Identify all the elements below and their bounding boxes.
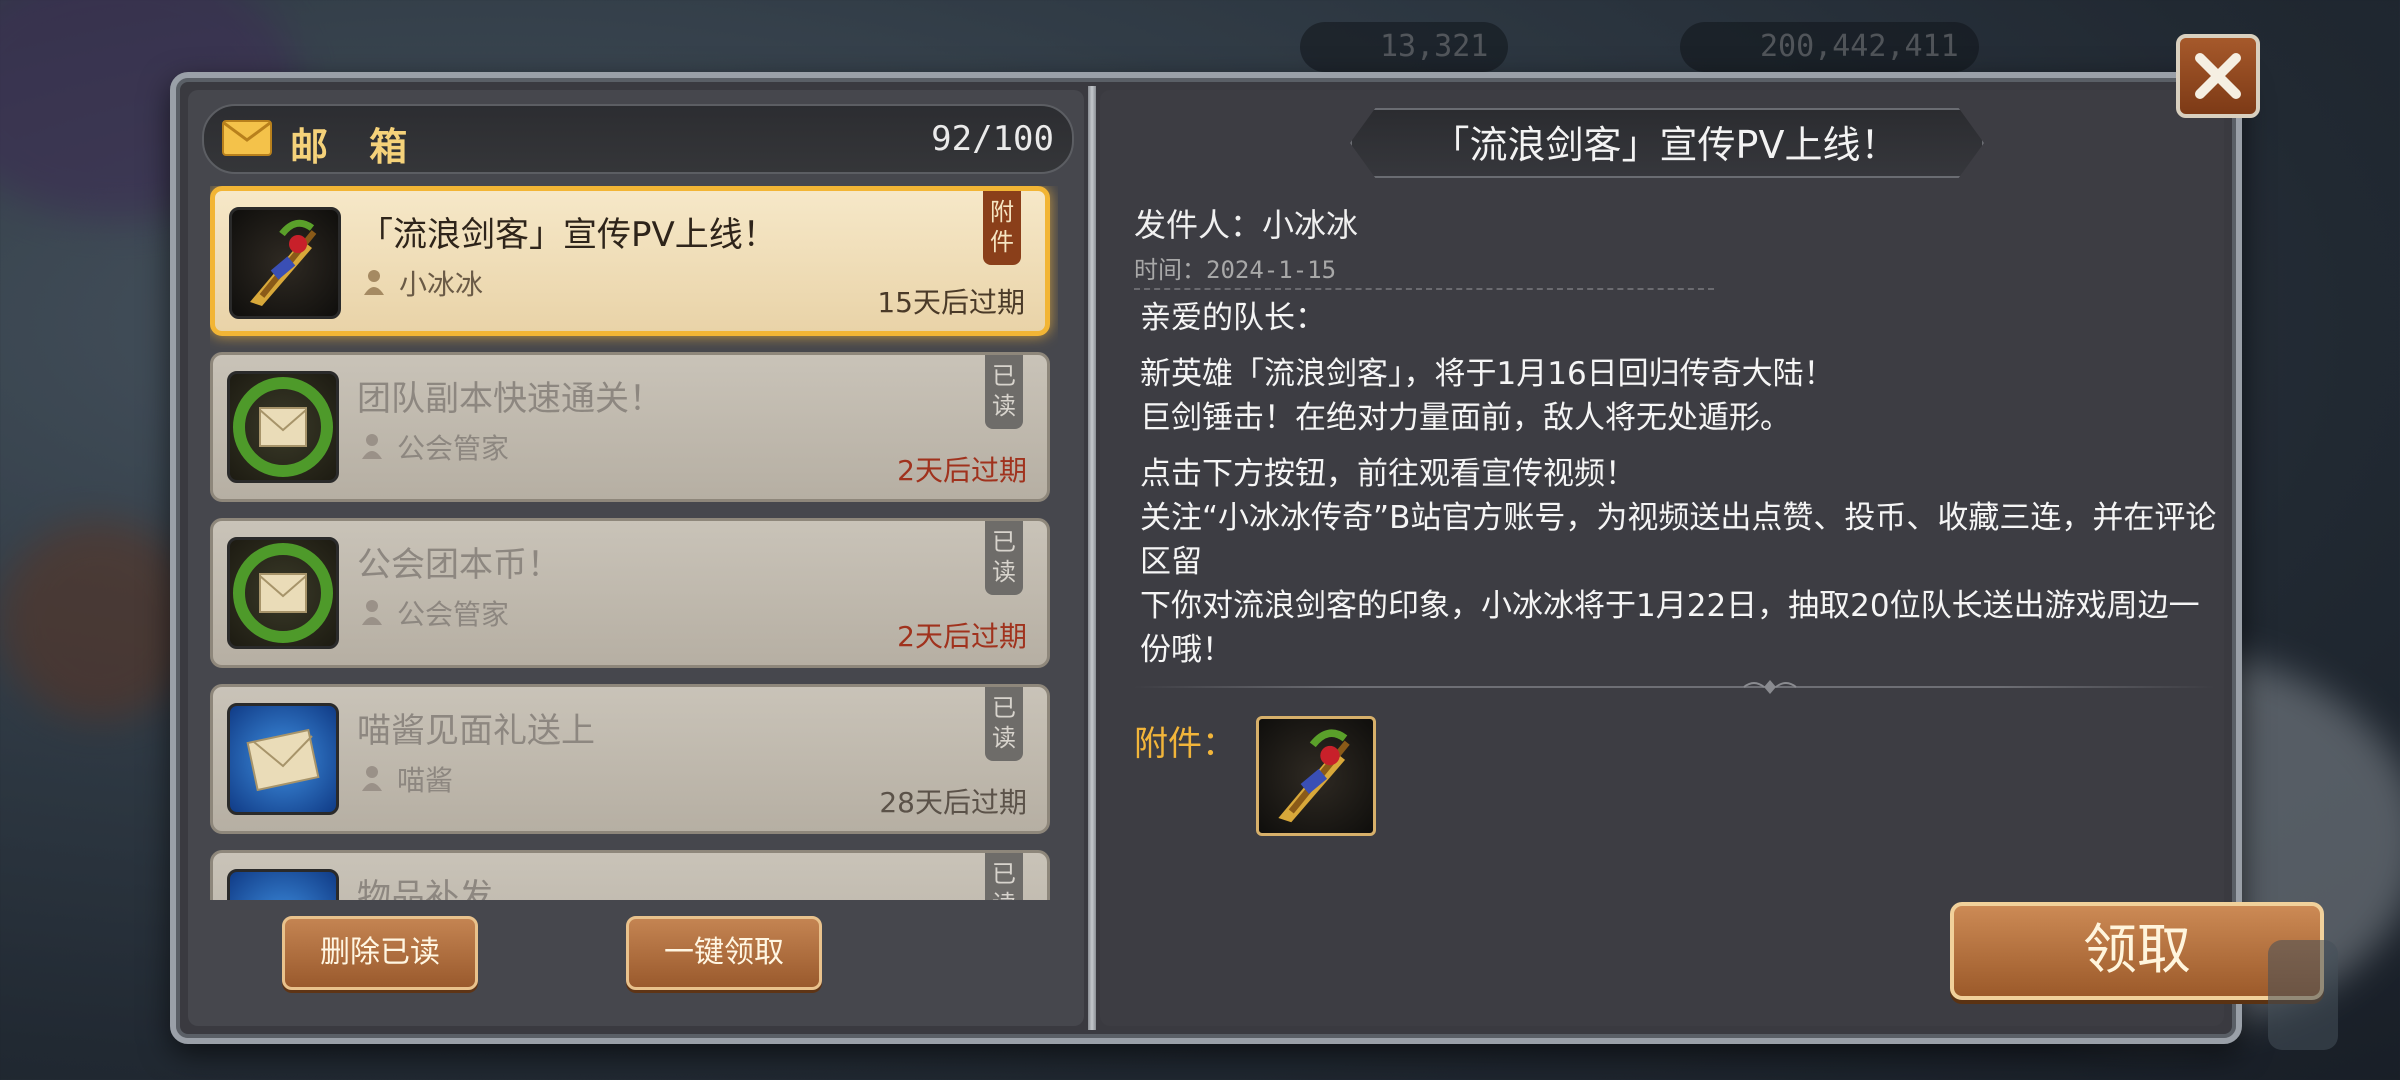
mail-item-title: 公会团本币！	[357, 545, 561, 585]
weapon-bundle-icon	[229, 207, 341, 319]
mail-count: 92/100	[931, 119, 1054, 159]
guild-envelope-icon	[227, 371, 339, 483]
close-icon	[2195, 53, 2241, 99]
mail-item-sender: 小冰冰	[399, 268, 484, 301]
claim-all-button[interactable]: 一键领取	[626, 916, 822, 990]
mail-item-sender: 公会管家	[397, 598, 510, 631]
read-badge: 已读	[985, 355, 1023, 429]
mailbox-title: 邮 箱	[290, 125, 422, 169]
message-title: 「流浪剑客」宣传PV上线！	[1431, 123, 1899, 167]
message-time: 时间：2024-1-15	[1134, 256, 1337, 284]
dashed-divider	[1134, 288, 1714, 290]
read-badge: 已读	[985, 853, 1023, 900]
message-line: 点击下方按钮，前往观看宣传视频！	[1140, 456, 1636, 492]
mail-item[interactable]: 物品补发 已读	[210, 850, 1050, 900]
blue-envelope-icon	[227, 869, 339, 900]
delete-read-button[interactable]: 删除已读	[282, 916, 478, 990]
mail-item[interactable]: 公会团本币！ 公会管家 2天后过期 已读	[210, 518, 1050, 668]
mail-item[interactable]: 团队副本快速通关！ 公会管家 2天后过期 已读	[210, 352, 1050, 502]
mail-item-title: 团队副本快速通关！	[357, 379, 663, 419]
mailbox-dialog: 邮 箱 92/100 「流浪剑客」宣传PV上线！ 小冰冰 15天后过期 附件 团…	[170, 72, 2324, 1044]
attachment-divider	[1134, 686, 2214, 688]
weapon-bundle-icon	[1278, 729, 1350, 823]
attachment-item[interactable]	[1256, 716, 1376, 836]
envelope-icon	[222, 120, 272, 156]
mailbox-header: 邮 箱 92/100	[202, 104, 1074, 174]
person-icon	[362, 766, 382, 791]
message-sender: 发件人：小冰冰	[1134, 206, 1359, 244]
next-page-arrow[interactable]	[2268, 940, 2338, 1050]
mail-detail-panel: 「流浪剑客」宣传PV上线！ 发件人：小冰冰 时间：2024-1-15 亲爱的队长…	[1100, 90, 2324, 1026]
message-line: 巨剑锤击！在绝对力量面前，敌人将无处遁形。	[1140, 400, 1791, 436]
mail-item[interactable]: 「流浪剑客」宣传PV上线！ 小冰冰 15天后过期 附件	[210, 186, 1050, 336]
message-greeting: 亲爱的队长：	[1140, 300, 1326, 336]
mail-item-sender: 喵酱	[397, 764, 454, 797]
close-button[interactable]	[2176, 34, 2260, 118]
mail-list-panel: 邮 箱 92/100 「流浪剑客」宣传PV上线！ 小冰冰 15天后过期 附件 团…	[188, 90, 1084, 1026]
message-line: 下你对流浪剑客的印象，小冰冰将于1月22日，抽取20位队长送出游戏周边一份哦！	[1140, 588, 2200, 668]
attachment-badge: 附件	[983, 191, 1021, 265]
message-body: 亲爱的队长： 新英雄「流浪剑客」，将于1月16日回归传奇大陆！ 巨剑锤击！在绝对…	[1140, 296, 2220, 672]
person-icon	[364, 270, 384, 295]
mail-item-expiry: 2天后过期	[897, 620, 1027, 653]
mail-item-expiry: 15天后过期	[877, 286, 1025, 319]
mail-item[interactable]: 喵酱见面礼送上 喵酱 28天后过期 已读	[210, 684, 1050, 834]
panel-divider	[1088, 86, 1096, 1030]
person-icon	[362, 434, 382, 459]
guild-envelope-icon	[227, 537, 339, 649]
attachment-label: 附件：	[1134, 724, 1236, 764]
message-line: 关注“小冰冰传奇”B站官方账号，为视频送出点赞、投币、收藏三连，并在评论区留	[1140, 500, 2217, 580]
mail-item-title: 「流浪剑客」宣传PV上线！	[359, 215, 777, 255]
mail-item-expiry: 2天后过期	[897, 454, 1027, 487]
mail-item-sender: 公会管家	[397, 432, 510, 465]
mail-item-title: 物品补发	[357, 877, 493, 900]
person-icon	[362, 600, 382, 625]
read-badge: 已读	[985, 521, 1023, 595]
ornament-icon	[1743, 680, 1797, 694]
mail-list[interactable]: 「流浪剑客」宣传PV上线！ 小冰冰 15天后过期 附件 团队副本快速通关！ 公会…	[210, 186, 1058, 900]
mail-item-title: 喵酱见面礼送上	[357, 711, 595, 751]
blue-envelope-icon	[227, 703, 339, 815]
message-line: 新英雄「流浪剑客」，将于1月16日回归传奇大陆！	[1140, 356, 1835, 392]
read-badge: 已读	[985, 687, 1023, 761]
mail-item-expiry: 28天后过期	[879, 786, 1027, 819]
